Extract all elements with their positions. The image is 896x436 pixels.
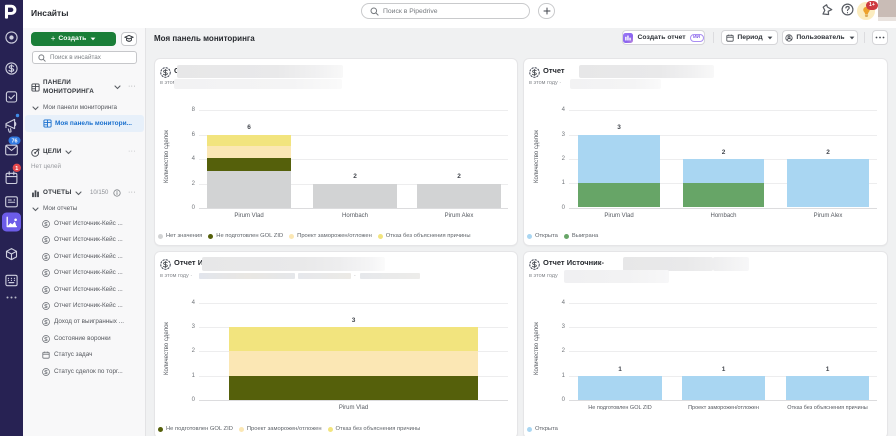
svg-text:76: 76	[11, 139, 17, 145]
